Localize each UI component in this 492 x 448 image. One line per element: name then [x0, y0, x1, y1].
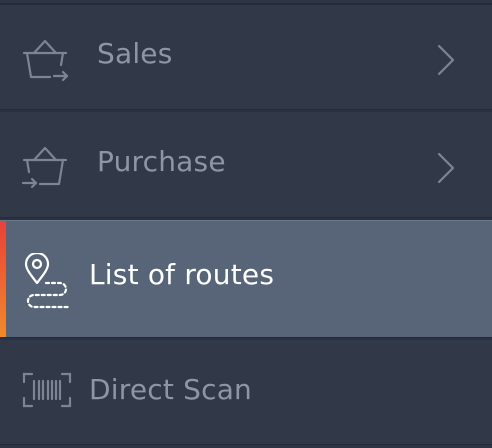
menu-item-sales[interactable]: Sales	[0, 5, 492, 110]
menu-item-label: Purchase	[97, 145, 226, 178]
menu-item-list-of-routes[interactable]: List of routes	[0, 220, 492, 338]
chevron-right-icon[interactable]	[436, 43, 456, 81]
chevron-right-icon[interactable]	[436, 151, 456, 189]
basket-out-icon	[20, 37, 70, 89]
menu-item-direct-scan[interactable]: Direct Scan	[0, 340, 492, 445]
route-pin-icon	[22, 251, 72, 313]
menu-item-label: Sales	[97, 37, 173, 70]
basket-in-icon	[20, 144, 70, 196]
active-indicator	[0, 221, 6, 337]
menu-item-label: Direct Scan	[89, 373, 253, 406]
menu-item-purchase[interactable]: Purchase	[0, 112, 492, 218]
menu-item-label: List of routes	[89, 258, 275, 291]
side-menu: Sales Purchase List of routes Direct Sca…	[0, 0, 492, 448]
barcode-scan-icon	[22, 372, 72, 412]
